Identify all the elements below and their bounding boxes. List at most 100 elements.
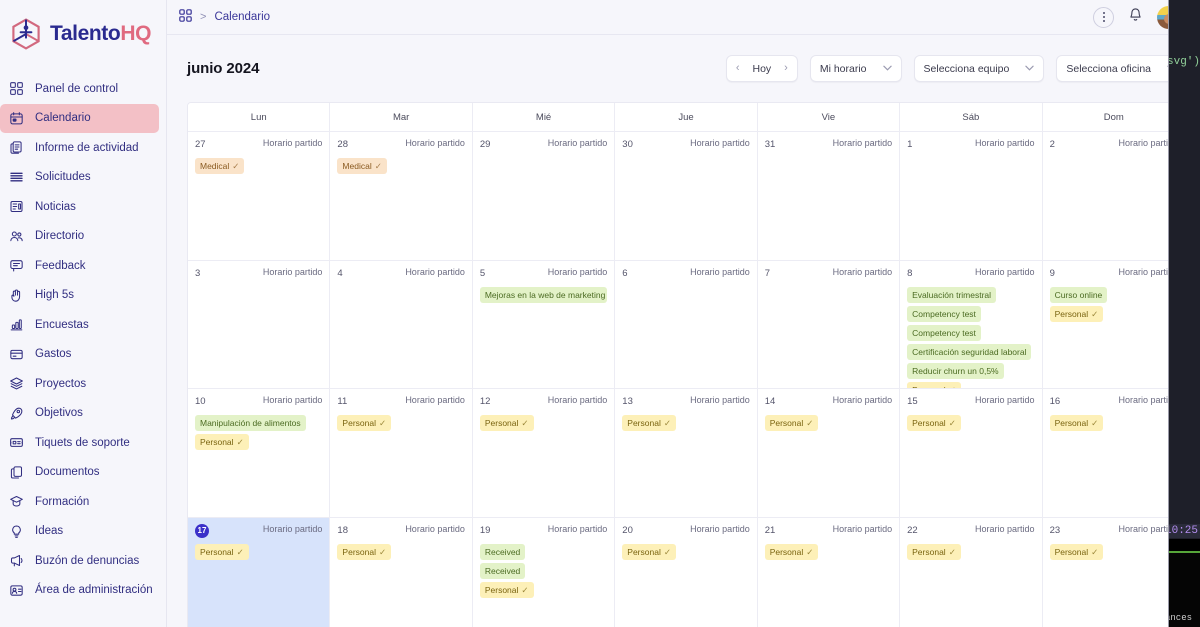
calendar-event[interactable]: Personal✓ [195,434,249,450]
calendar-cell[interactable]: 4 Horario partido [330,260,473,389]
grid-icon[interactable] [179,9,192,25]
sidebar-item-calendario[interactable]: Calendario [0,103,159,133]
calendar-cell[interactable]: 14 Horario partido Personal ✓ [757,389,901,518]
calendar-event[interactable]: Personal✓ [195,543,249,560]
calendar-cell[interactable]: 18 Horario partido Personal ✓ [330,517,473,627]
notifications-icon[interactable] [1128,7,1143,28]
calendar-cell[interactable]: 21 Horario partido Personal ✓ [757,517,901,627]
calendar-event-label: Personal [200,437,234,447]
sidebar-item-proyectos[interactable]: Proyectos [0,369,159,399]
sidebar-item-informe-de-actividad[interactable]: Informe de actividad [0,133,159,163]
sidebar-item-noticias[interactable]: Noticias [0,192,159,222]
office-select[interactable]: Selecciona oficina [1056,55,1186,82]
calendar-event[interactable]: Personal✓ [479,415,534,431]
calendar-event[interactable]: Personal✓ [337,543,392,560]
sidebar-item-solicitudes[interactable]: Solicitudes [0,163,159,193]
sidebar-item-buz-n-de-denuncias[interactable]: Buzón de denuncias [0,546,159,576]
sidebar-item-feedback[interactable]: Feedback [0,251,159,281]
calendar-event[interactable]: Personal✓ [479,581,534,598]
sidebar-item-formaci-n[interactable]: Formación [0,487,159,517]
calendar-event-label: Certificación seguridad laboral [912,346,1027,357]
calendar-event[interactable]: Personal✓ [1049,415,1104,431]
calendar-cell[interactable]: 1 Horario partido [900,132,1043,261]
sidebar-item-rea-de-administraci-n[interactable]: Área de administración [0,576,159,606]
check-icon: ✓ [1091,418,1099,428]
brand-logo[interactable]: TalentoHQ [0,0,166,68]
calendar-event[interactable]: Personal✓ [337,415,392,431]
sidebar-item-encuestas[interactable]: Encuestas [0,310,159,340]
calendar-event[interactable]: Competency test [907,305,981,322]
calendar-event[interactable]: Medical ✓ [195,158,245,174]
calendar-cell[interactable]: 15 Horario partido Personal ✓ [900,389,1043,518]
calendar-cell[interactable]: 3 Horario partido [188,260,331,389]
calendar-cell[interactable]: 6 Horario partido [615,260,758,389]
sidebar-item-objetivos[interactable]: Objetivos [0,399,159,429]
calendar-event[interactable]: Personal✓ [622,543,676,560]
schedule-select[interactable]: Mi horario [809,55,902,82]
sidebar-item-panel-de-control[interactable]: Panel de control [0,74,159,104]
calendar-cell-header: 18 Horario partido [337,524,464,541]
calendar-cell[interactable]: 16 Horario partido Personal ✓ [1042,389,1185,518]
shift-label: Horario partido [405,395,465,405]
calendar-cell[interactable]: 27 Horario partido Medical ✓ [188,132,331,261]
calendar-event[interactable]: Personal✓ [622,415,676,431]
calendar-cell[interactable]: 31 Horario partido [757,132,901,261]
calendar-cell[interactable]: 23 Horario partido Personal ✓ [1042,517,1185,627]
calendar-event[interactable]: Personal✓ [764,415,819,431]
calendar-event[interactable]: Received [479,562,526,579]
calendar-event[interactable]: Medical ✓ [337,158,387,174]
editor-code-fragment: svg') [1168,56,1200,68]
sidebar-item-tiquets-de-soporte[interactable]: Tiquets de soporte [0,428,159,458]
sidebar-item-gastos[interactable]: Gastos [0,340,159,370]
calendar-event[interactable]: Personal✓ [907,543,961,560]
calendar-cell[interactable]: 20 Horario partido Personal ✓ [615,517,758,627]
calendar-cell[interactable]: 22 Horario partido Personal ✓ [900,517,1043,627]
calendar-event[interactable]: Evaluación trimestral [907,286,997,303]
sidebar-item-documentos[interactable]: Documentos [0,458,159,488]
calendar-event[interactable]: Reducir churn un 0,5% [907,362,1004,379]
calendar-cell[interactable]: 29 Horario partido [472,132,616,261]
calendar-event-label: Competency test [912,308,976,319]
next-period-button[interactable]: › [783,63,789,74]
calendar-event[interactable]: Mejoras en la web de marketing [479,286,608,303]
calendar-cell[interactable]: 13 Horario partido Personal ✓ [615,389,758,518]
today-button[interactable]: Hoy [752,63,771,75]
check-icon: ✓ [948,546,956,557]
day-header: Jue [615,103,758,132]
calendar-event[interactable]: Received [479,543,526,560]
sidebar-item-directorio[interactable]: Directorio [0,222,159,252]
calendar-event[interactable]: Personal✓ [1049,305,1104,322]
calendar-cell[interactable]: 5 Horario partido Mejoras en la web de mar… [472,260,616,389]
calendar-cell[interactable]: 9 Horario partido Curso online Personal ✓ [1042,260,1185,389]
calendar-cell[interactable]: 2 Horario partido [1042,132,1185,261]
calendar-event[interactable]: Personal✓ [907,415,961,431]
calendar-event-list: Personal ✓ [622,415,749,431]
calendar-cell[interactable]: 7 Horario partido [757,260,901,389]
calendar-event[interactable]: Manipulación de alimentos [195,415,306,431]
calendar-event[interactable]: Personal✓ [907,381,961,389]
prev-period-button[interactable]: ‹ [735,63,741,74]
day-number: 22 [907,524,918,536]
calendar-event[interactable]: Competency test [907,324,981,341]
calendar-cell-today[interactable]: 17 Horario partido Personal ✓ [188,517,331,627]
sidebar-item-label: Panel de control [35,82,119,95]
calendar-cell[interactable]: 10 Horario partido Manipulación de aliment… [188,389,331,518]
calendar-cell-header: 23 Horario partido [1050,524,1178,541]
calendar-event[interactable]: Personal✓ [1049,543,1104,560]
calendar-event[interactable]: Certificación seguridad laboral [907,343,1032,360]
calendar-cell[interactable]: 19 Horario partido Received Received Persona… [472,517,616,627]
calendar-cell[interactable]: 8 Horario partido Evaluación trimestral Com… [900,260,1043,389]
calendar-cell[interactable]: 28 Horario partido Medical ✓ [330,132,473,261]
more-options-icon[interactable] [1093,6,1114,28]
calendar-cell[interactable]: 11 Horario partido Personal ✓ [330,389,473,518]
calendar-event[interactable]: Curso online [1049,286,1108,303]
team-select[interactable]: Selecciona equipo [913,55,1045,82]
breadcrumb-current[interactable]: Calendario [214,11,270,23]
calendar-cell[interactable]: 30 Horario partido [615,132,758,261]
calendar-cell[interactable]: 12 Horario partido Personal ✓ [472,389,616,518]
shift-label: Horario partido [975,266,1035,277]
sidebar-item-high-5s[interactable]: High 5s [0,281,159,311]
calendar-event[interactable]: Personal✓ [764,543,819,560]
office-select-label: Selecciona oficina [1066,62,1151,75]
sidebar-item-ideas[interactable]: Ideas [0,517,159,547]
